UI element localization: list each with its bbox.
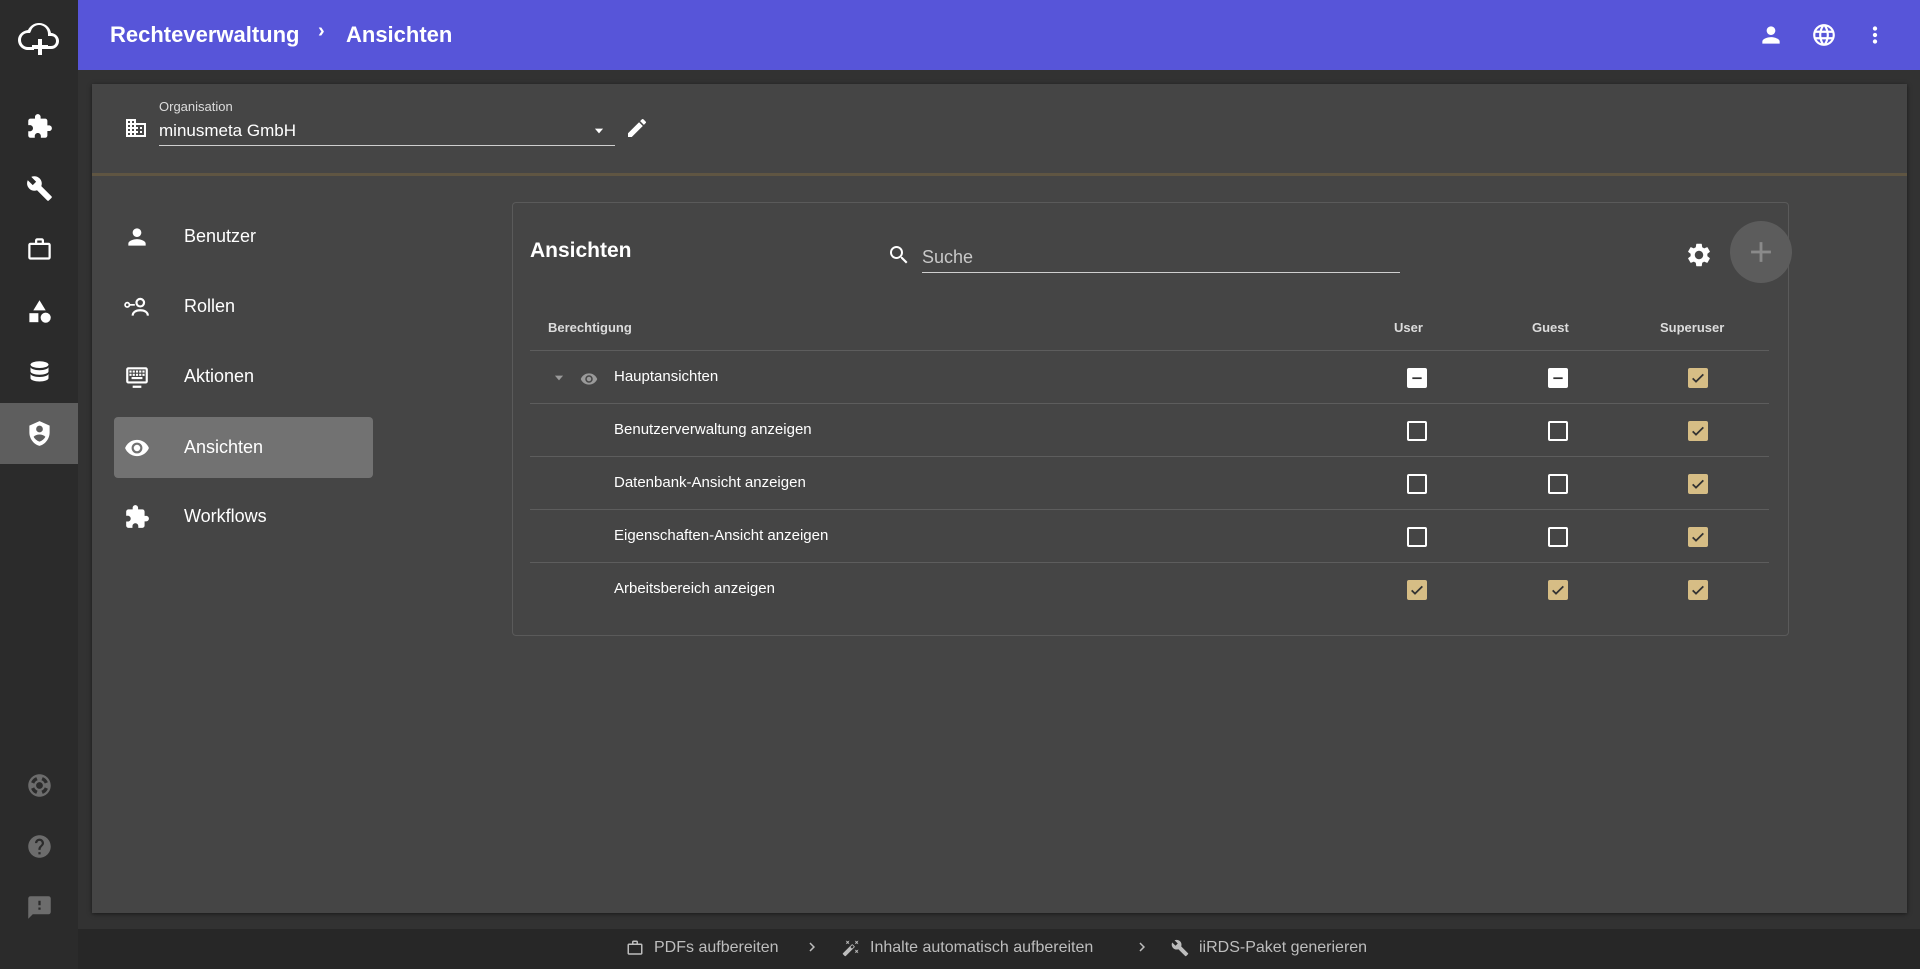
workflow-step-label: PDFs aufbereiten: [654, 939, 779, 956]
briefcase-icon: [627, 940, 643, 955]
row-label: Datenbank-Ansicht anzeigen: [614, 474, 806, 491]
sidenav-item-benutzer[interactable]: Benutzer: [114, 206, 373, 267]
divider: [92, 173, 1907, 176]
breadcrumb-separator: ›: [318, 20, 325, 42]
person-icon: [124, 224, 150, 250]
column-header-berechtigung: Berechtigung: [548, 320, 632, 335]
checkbox-user[interactable]: [1407, 474, 1427, 494]
sidenav-label: Ansichten: [184, 437, 264, 457]
sidenav-label: Rollen: [184, 296, 236, 316]
breadcrumb-rechteverwaltung[interactable]: Rechteverwaltung: [110, 22, 300, 48]
app-rail: [0, 0, 78, 969]
rail-feedback-icon[interactable]: [0, 877, 78, 938]
workflow-step-pdfs[interactable]: PDFs aufbereiten: [626, 939, 779, 957]
account-icon[interactable]: [1758, 22, 1784, 48]
rail-admin-shield-icon[interactable]: [0, 403, 78, 464]
checkbox-guest[interactable]: [1548, 580, 1568, 600]
rail-help-icon[interactable]: [0, 816, 78, 877]
checkbox-superuser[interactable]: [1688, 527, 1708, 547]
eye-icon: [580, 370, 598, 388]
chevron-right-icon: [803, 938, 821, 956]
rail-database-icon[interactable]: [0, 342, 78, 403]
role-icon: [124, 294, 150, 320]
organisation-selector-area: Organisation minusmeta GmbH: [92, 84, 1907, 176]
puzzle-icon: [124, 504, 150, 530]
search-input[interactable]: [922, 239, 1400, 273]
search-icon: [887, 243, 911, 267]
sidenav-item-aktionen[interactable]: Aktionen: [114, 346, 373, 407]
settings-gear-icon[interactable]: [1685, 241, 1713, 269]
cloud-logo-icon[interactable]: [0, 0, 78, 78]
row-label: Arbeitsbereich anzeigen: [614, 580, 775, 597]
workflow-bar: PDFs aufbereiten Inhalte automatisch auf…: [78, 929, 1920, 969]
rail-support-icon[interactable]: [0, 755, 78, 816]
checkbox-user[interactable]: [1407, 368, 1427, 388]
workflow-step-inhalte[interactable]: Inhalte automatisch aufbereiten: [842, 939, 1093, 957]
checkbox-superuser[interactable]: [1688, 474, 1708, 494]
building-icon: [124, 116, 148, 140]
eye-icon: [124, 435, 150, 461]
sidenav-item-workflows[interactable]: Workflows: [114, 486, 373, 547]
checkbox-superuser[interactable]: [1688, 368, 1708, 388]
checkbox-superuser[interactable]: [1688, 421, 1708, 441]
table-row-group: Hauptansichten: [530, 350, 1769, 403]
expand-caret-icon[interactable]: [552, 371, 566, 385]
sidenav-item-ansichten[interactable]: Ansichten: [114, 417, 373, 478]
checkbox-superuser[interactable]: [1688, 580, 1708, 600]
keyboard-icon: [124, 364, 150, 390]
wrench-icon: [1171, 939, 1189, 957]
column-header-guest: Guest: [1532, 320, 1569, 335]
sidenav-item-rollen[interactable]: Rollen: [114, 276, 373, 337]
main-card: Organisation minusmeta GmbH Benutzer Rol…: [92, 84, 1907, 913]
organisation-select[interactable]: minusmeta GmbH: [159, 118, 615, 146]
workflow-step-label: iiRDS-Paket generieren: [1199, 939, 1368, 956]
sidenav-label: Benutzer: [184, 226, 257, 246]
row-label: Benutzerverwaltung anzeigen: [614, 421, 812, 438]
top-app-bar: Rechteverwaltung › Ansichten: [78, 0, 1920, 70]
column-header-superuser: Superuser: [1660, 320, 1725, 335]
table-row: Benutzerverwaltung anzeigen: [530, 403, 1769, 456]
sidenav-label: Aktionen: [184, 366, 255, 386]
table-row: Arbeitsbereich anzeigen: [530, 562, 1769, 615]
language-globe-icon[interactable]: [1811, 22, 1837, 48]
organisation-label: Organisation: [159, 99, 233, 114]
checkbox-user[interactable]: [1407, 421, 1427, 441]
checkbox-user[interactable]: [1407, 580, 1427, 600]
rail-wrench-icon[interactable]: [0, 158, 78, 219]
workflow-step-label: Inhalte automatisch aufbereiten: [870, 939, 1094, 956]
breadcrumb-current: Ansichten: [346, 22, 453, 47]
checkbox-guest[interactable]: [1548, 527, 1568, 547]
plus-icon: [1751, 242, 1771, 262]
magic-wand-icon: [842, 940, 859, 957]
row-label: Hauptansichten: [614, 368, 719, 385]
edit-pencil-icon[interactable]: [625, 116, 649, 140]
rail-shapes-icon[interactable]: [0, 281, 78, 342]
sidenav-label: Workflows: [184, 506, 267, 526]
rail-puzzle-icon[interactable]: [0, 96, 78, 157]
more-vertical-icon[interactable]: [1862, 22, 1888, 48]
checkbox-guest[interactable]: [1548, 421, 1568, 441]
permissions-panel: Ansichten Berechtigung User Guest Superu…: [512, 202, 1792, 636]
column-header-user: User: [1394, 320, 1423, 335]
panel-title: Ansichten: [530, 239, 632, 262]
table-row: Datenbank-Ansicht anzeigen: [530, 456, 1769, 509]
checkbox-user[interactable]: [1407, 527, 1427, 547]
add-button[interactable]: [1730, 221, 1792, 283]
row-label: Eigenschaften-Ansicht anzeigen: [614, 527, 829, 544]
chevron-right-icon: [1133, 938, 1151, 956]
checkbox-guest[interactable]: [1548, 474, 1568, 494]
checkbox-guest[interactable]: [1548, 368, 1568, 388]
rail-briefcase-icon[interactable]: [0, 219, 78, 280]
workflow-step-iirds[interactable]: iiRDS-Paket generieren: [1171, 939, 1367, 957]
dropdown-caret-icon[interactable]: [592, 124, 606, 138]
table-row: Eigenschaften-Ansicht anzeigen: [530, 509, 1769, 562]
